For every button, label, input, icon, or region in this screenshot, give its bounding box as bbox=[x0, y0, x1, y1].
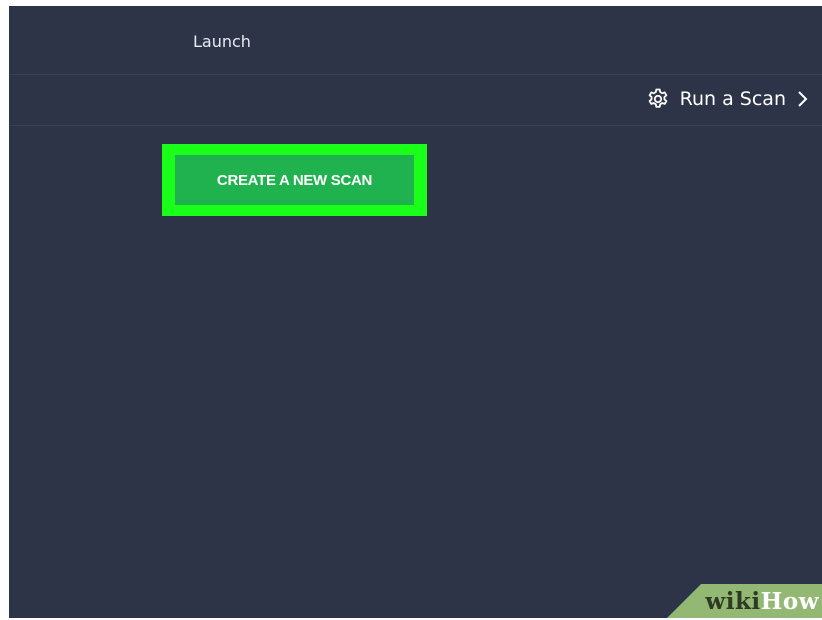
gear-icon bbox=[646, 87, 670, 111]
top-bar: Launch bbox=[9, 6, 822, 75]
watermark-wiki: wiki bbox=[705, 588, 761, 615]
launch-tab[interactable]: Launch bbox=[193, 32, 251, 51]
wikihow-watermark: wikiHow bbox=[705, 588, 819, 615]
app-window: Launch Run a Scan CREATE A NEW SCAN wiki… bbox=[9, 6, 822, 618]
watermark-how: How bbox=[760, 588, 819, 615]
create-new-scan-button[interactable]: CREATE A NEW SCAN bbox=[175, 155, 414, 205]
chevron-right-icon bbox=[796, 89, 810, 109]
scan-toolbar: Run a Scan bbox=[9, 75, 822, 126]
run-a-scan-label: Run a Scan bbox=[679, 88, 786, 110]
run-a-scan-link[interactable]: Run a Scan bbox=[646, 87, 810, 111]
